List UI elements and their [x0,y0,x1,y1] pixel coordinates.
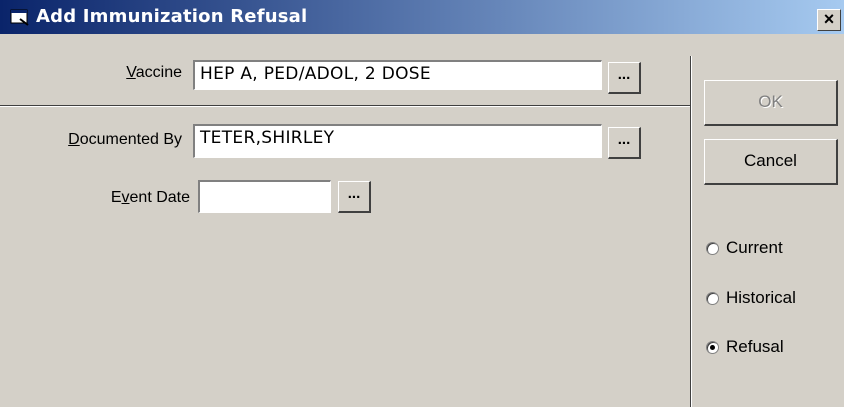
add-immunization-refusal-dialog: Add Immunization Refusal × Vaccine HEP A… [0,0,844,407]
radio-historical-label: Historical [726,288,796,307]
radio-selected-dot [710,344,715,350]
radio-current-label: Current [726,238,783,257]
documented-by-field[interactable]: TETER,SHIRLEY [193,124,602,158]
window-title: Add Immunization Refusal [36,6,308,27]
vaccine-field[interactable]: HEP A, PED/ADOL, 2 DOSE [193,60,602,90]
documented-by-label: Documented By [68,131,182,148]
app-window-icon [10,9,29,26]
radio-refusal-circle[interactable] [706,340,719,354]
cancel-button[interactable]: Cancel [704,139,838,185]
title-bar[interactable]: Add Immunization Refusal × [0,0,844,34]
radio-refusal[interactable]: Refusal [706,336,784,358]
close-button[interactable]: × [817,9,841,31]
ok-button[interactable]: OK [704,80,838,126]
radio-current[interactable]: Current [706,237,783,259]
radio-historical-circle[interactable] [706,291,719,305]
event-date-field[interactable] [198,180,331,213]
radio-current-circle[interactable] [706,241,719,255]
vaccine-label: Vaccine [126,64,182,81]
event-date-label: Event Date [110,189,190,206]
vaccine-lookup-button[interactable]: ... [608,62,641,94]
close-icon: × [823,9,835,29]
radio-refusal-label: Refusal [726,337,784,356]
radio-historical[interactable]: Historical [706,287,796,309]
event-date-lookup-button[interactable]: ... [338,181,371,213]
documented-by-lookup-button[interactable]: ... [608,127,641,159]
